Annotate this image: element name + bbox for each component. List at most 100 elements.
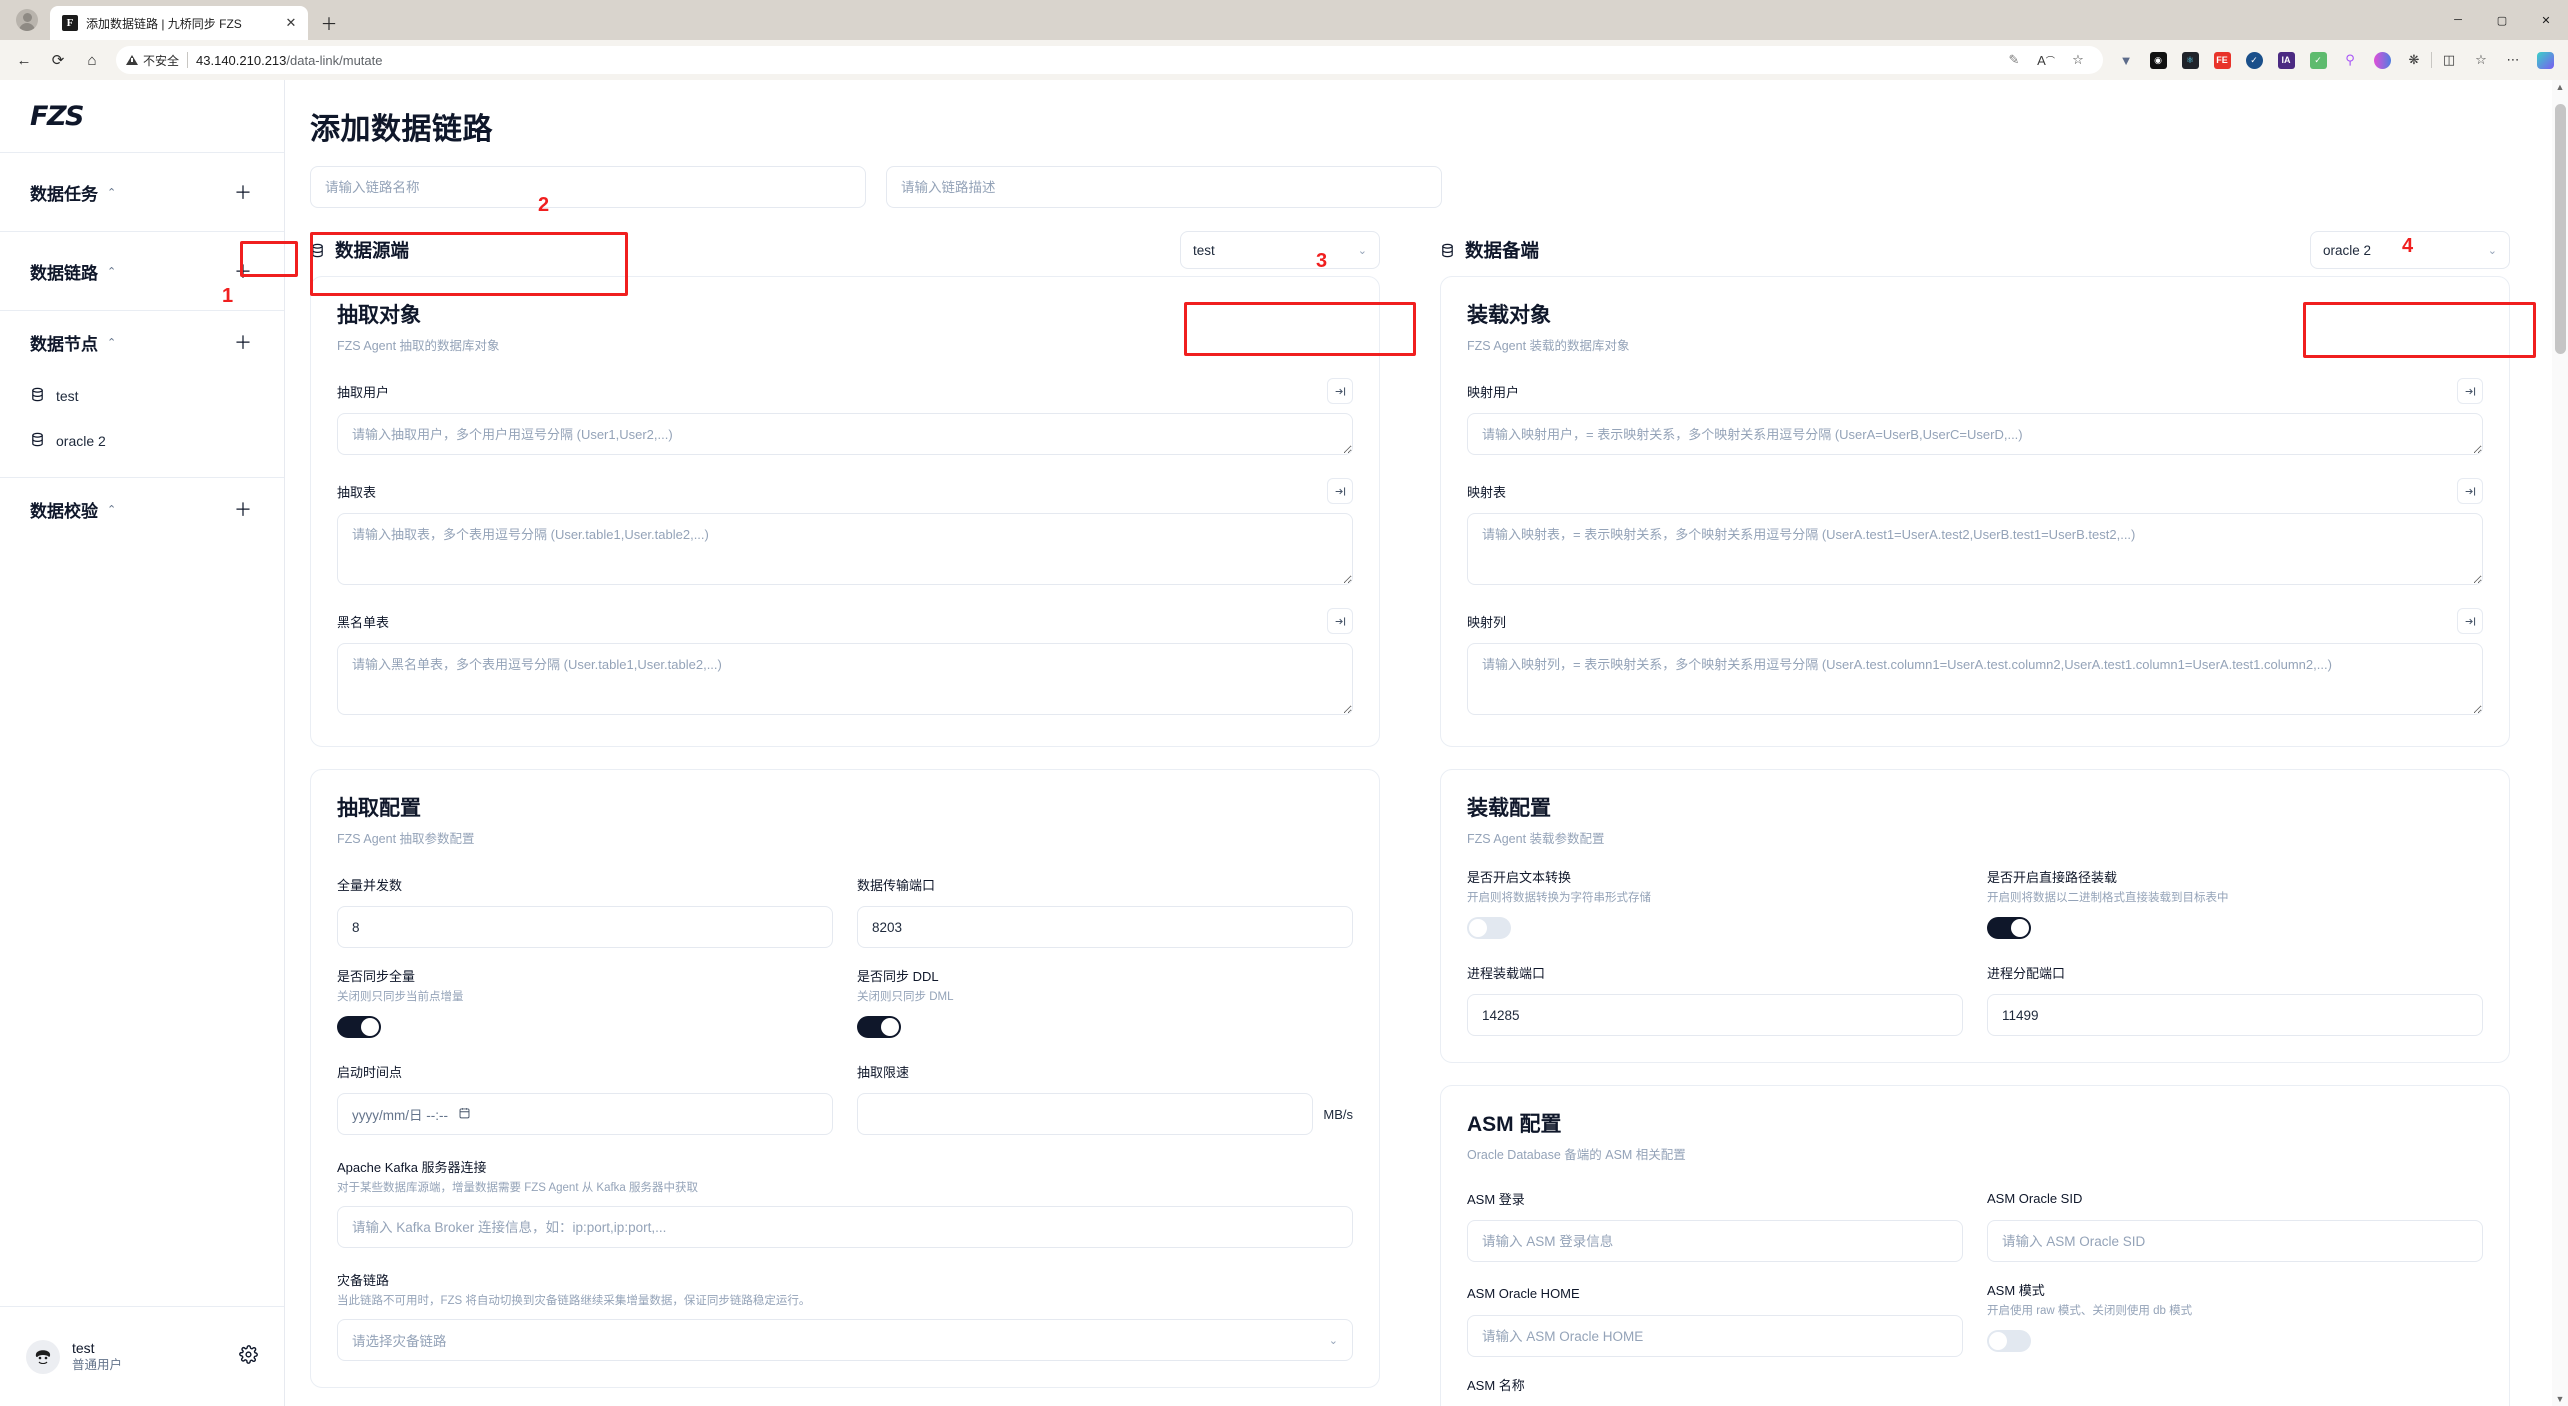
puzzle-icon[interactable]: ❋ [2399,46,2429,74]
add-data-link-button[interactable]: ＋ [232,260,254,282]
address-bar[interactable]: 不安全 43.140.210.213/data-link/mutate ✎ A⌒… [116,46,2103,74]
new-tab-button[interactable]: ＋ [314,7,344,37]
scroll-up-icon[interactable]: ▲ [2554,82,2566,92]
sidebar-user-footer[interactable]: test 普通用户 [0,1306,284,1406]
backup-link-select[interactable]: 请选择灾备链路 ⌄ [337,1319,1353,1361]
text-convert-toggle[interactable] [1467,917,1511,939]
transfer-port-field: 数据传输端口 [857,871,1353,948]
extract-limit-unit: MB/s [1323,1107,1353,1122]
alloc-port-label: 进程分配端口 [1987,963,2065,982]
pen-icon[interactable]: ✎ [1999,46,2029,74]
back-icon[interactable]: ← [8,45,40,75]
pin-icon[interactable]: ⚲ [2335,46,2365,74]
alloc-port-input[interactable] [1987,994,2483,1036]
tab-close-icon[interactable]: ✕ [282,14,300,32]
reset-icon[interactable] [1327,608,1353,634]
extract-user-field: 抽取用户 [337,378,1353,460]
vue-devtools-icon[interactable]: ▼ [2111,46,2141,74]
home-icon[interactable]: ⌂ [76,45,108,75]
check-shield-icon[interactable]: ✓ [2239,46,2269,74]
sidebar-item-node-test[interactable]: test [0,373,284,418]
sidebar-section-header-tasks[interactable]: 数据任务 ⌃ ＋ [0,153,284,231]
asm-login-input[interactable] [1467,1220,1963,1262]
link-name-input[interactable] [310,166,866,208]
reset-icon[interactable] [2457,608,2483,634]
window-minimize-button[interactable]: ─ [2436,2,2480,38]
blacklist-table-textarea[interactable] [337,643,1353,715]
link-desc-input[interactable] [886,166,1442,208]
read-aloud-icon[interactable]: A⌒ [2031,46,2061,74]
split-screen-icon[interactable]: ◫ [2434,46,2464,74]
gear-icon[interactable] [239,1345,258,1369]
start-time-field: 启动时间点 yyyy/mm/日 --:-- [337,1058,833,1135]
react-devtools-icon[interactable]: ⚛ [2175,46,2205,74]
window-maximize-button[interactable]: ▢ [2480,2,2524,38]
target-node-select[interactable]: oracle 2 ⌄ [2310,231,2510,269]
sync-full-toggle[interactable] [337,1016,381,1038]
asm-mode-toggle[interactable] [1987,1330,2031,1352]
fe-extension-icon[interactable]: FE [2207,46,2237,74]
reload-icon[interactable]: ⟳ [42,45,74,75]
map-user-textarea[interactable] [1467,413,2483,455]
add-task-button[interactable]: ＋ [232,181,254,203]
kafka-label: Apache Kafka 服务器连接 [337,1157,1353,1176]
source-node-select[interactable]: test ⌄ [1180,231,1380,269]
chevron-down-icon: ⌄ [2488,244,2497,257]
sidebar-section-header-links[interactable]: 数据链路 ⌃ ＋ [0,232,284,310]
copilot-icon[interactable] [2530,46,2560,74]
map-column-field: 映射列 [1467,608,2483,720]
page-scrollbar[interactable]: ▲ ▼ [2552,80,2568,1406]
map-table-textarea[interactable] [1467,513,2483,585]
favorite-icon[interactable]: ☆ [2063,46,2093,74]
security-warning[interactable]: 不安全 [126,52,179,69]
profile-button[interactable] [4,3,50,37]
scroll-down-icon[interactable]: ▼ [2554,1394,2566,1404]
collections-icon[interactable]: ☆ [2466,46,2496,74]
direct-path-toggle[interactable] [1987,917,2031,939]
user-role: 普通用户 [72,1357,122,1373]
add-node-button[interactable]: ＋ [232,331,254,353]
extract-config-body: 全量并发数 数据传输端口 [337,871,1353,1361]
sidebar-section-header-nodes[interactable]: 数据节点 ⌃ ＋ [0,311,284,373]
extract-object-body: 抽取用户 [337,378,1353,720]
load-port-head: 进程装载端口 [1467,959,1963,985]
asm-sid-input[interactable] [1987,1220,2483,1262]
extract-config-row-1: 全量并发数 数据传输端口 [337,871,1353,948]
sidebar-section-header-verify[interactable]: 数据校验 ⌃ ＋ [0,478,284,540]
asm-row-2: ASM Oracle HOME ASM 模式 开启使用 raw 模式、关闭则使用… [1467,1280,2483,1357]
extract-limit-input[interactable] [857,1093,1313,1135]
asm-home-input[interactable] [1467,1315,1963,1357]
sidebar-section-links: 数据链路 ⌃ ＋ [0,231,284,310]
sidebar-item-node-oracle2[interactable]: oracle 2 [0,418,284,463]
load-port-input[interactable] [1467,994,1963,1036]
map-column-textarea[interactable] [1467,643,2483,715]
add-verify-button[interactable]: ＋ [232,498,254,520]
extension-dark-icon[interactable]: ◉ [2143,46,2173,74]
start-time-input[interactable]: yyyy/mm/日 --:-- [337,1093,833,1135]
green-shield-icon[interactable]: ✓ [2303,46,2333,74]
asm-mode-label: ASM 模式 [1987,1280,2483,1299]
brain-icon[interactable] [2367,46,2397,74]
full-concurrency-label: 全量并发数 [337,875,402,894]
calendar-icon[interactable] [458,1106,471,1123]
full-concurrency-input[interactable] [337,906,833,948]
direct-path-sub: 开启则将数据以二进制格式直接装载到目标表中 [1987,889,2483,905]
reset-icon[interactable] [1327,478,1353,504]
window-close-button[interactable]: ✕ [2524,2,2568,38]
browser-tab[interactable]: F 添加数据链路 | 九桥同步 FZS ✕ [50,6,308,40]
kafka-input[interactable] [337,1206,1353,1248]
transfer-port-input[interactable] [857,906,1353,948]
extract-user-textarea[interactable] [337,413,1353,455]
chevron-up-icon: ⌃ [107,265,116,278]
extract-table-textarea[interactable] [337,513,1353,585]
load-port-field: 进程装载端口 [1467,959,1963,1036]
settings-more-icon[interactable]: ⋯ [2498,46,2528,74]
scroll-thumb[interactable] [2555,104,2566,354]
reset-icon[interactable] [2457,378,2483,404]
reset-icon[interactable] [2457,478,2483,504]
sync-ddl-toggle[interactable] [857,1016,901,1038]
reset-icon[interactable] [1327,378,1353,404]
target-column: 数据备端 oracle 2 ⌄ 装载对象 FZS Agent 装载的数据库对象 [1410,224,2510,1406]
ia-icon[interactable]: IA [2271,46,2301,74]
brand-header: FZS [0,80,284,152]
